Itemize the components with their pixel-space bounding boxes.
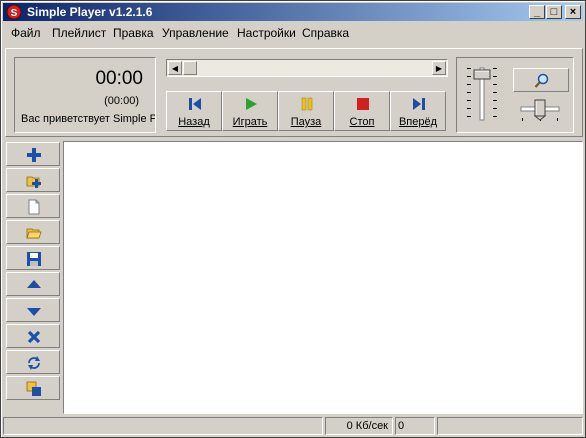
seek-left-arrow-icon[interactable]: ◀ — [168, 61, 182, 75]
next-icon — [413, 98, 425, 110]
duplicate-icon — [26, 381, 41, 396]
pause-icon — [301, 97, 313, 111]
remove-button[interactable] — [6, 324, 60, 348]
app-window: S Simple Player v1.2.1.6 _ □ × Файл Плей… — [0, 0, 586, 438]
prev-button[interactable]: Назад — [166, 91, 222, 131]
title-bar[interactable]: S Simple Player v1.2.1.6 _ □ × — [3, 3, 583, 21]
speed-status: 0 Кб/сек — [325, 417, 393, 435]
volume-slider[interactable] — [465, 64, 499, 126]
pause-label: Пауза — [290, 116, 322, 128]
move-down-button[interactable] — [6, 298, 60, 322]
menu-playlist[interactable]: Плейлист — [52, 26, 106, 40]
save-playlist-icon — [27, 252, 41, 266]
pause-button[interactable]: Пауза — [278, 91, 334, 131]
open-playlist-button[interactable] — [6, 220, 60, 244]
menu-help[interactable]: Справка — [302, 26, 349, 40]
seek-right-arrow-icon[interactable]: ▶ — [432, 61, 446, 75]
shuffle-button[interactable] — [6, 350, 60, 374]
prev-icon — [189, 98, 201, 110]
menu-file[interactable]: Файл — [11, 26, 41, 40]
status-bar-main — [3, 417, 323, 435]
window-title: Simple Player v1.2.1.6 — [27, 5, 153, 19]
player-panel: 00:00 (00:00) Вас приветствует Simple Pl… — [5, 48, 583, 137]
save-playlist-button[interactable] — [6, 246, 60, 270]
track-count-status: 0 — [395, 417, 435, 435]
seek-bar[interactable]: ◀ ▶ — [166, 59, 448, 77]
track-display: 00:00 (00:00) Вас приветствует Simple Pl… — [14, 57, 156, 133]
remove-icon — [27, 330, 41, 344]
stop-button[interactable]: Стоп — [334, 91, 390, 131]
menu-settings[interactable]: Настройки — [237, 26, 296, 40]
duplicate-button[interactable] — [6, 376, 60, 400]
app-logo-icon: S — [6, 4, 22, 20]
stop-label: Стоп — [349, 116, 375, 128]
search-icon — [534, 73, 549, 88]
status-bar-end — [437, 417, 583, 435]
play-label: Играть — [232, 116, 268, 128]
next-button[interactable]: Вперёд — [390, 91, 446, 131]
seek-thumb[interactable] — [183, 61, 197, 75]
balance-slider[interactable] — [519, 98, 561, 124]
maximize-button[interactable]: □ — [546, 5, 562, 19]
close-button[interactable]: × — [565, 5, 581, 19]
add-icon — [27, 148, 41, 162]
move-up-icon — [27, 280, 41, 288]
playlist-area[interactable] — [63, 141, 583, 414]
minimize-icon: _ — [533, 6, 541, 18]
minimize-button[interactable]: _ — [529, 5, 545, 19]
playlist-toolbar — [5, 141, 61, 414]
prev-label: Назад — [178, 116, 210, 128]
total-time-display: (00:00) — [104, 95, 139, 107]
svg-text:S: S — [11, 8, 18, 19]
search-button[interactable] — [513, 68, 569, 92]
new-playlist-button[interactable] — [6, 194, 60, 218]
add-file-button[interactable] — [6, 142, 60, 166]
next-label: Вперёд — [398, 116, 438, 128]
move-up-button[interactable] — [6, 272, 60, 296]
welcome-message: Вас приветствует Simple Player — [21, 113, 155, 125]
add-folder-icon — [26, 176, 41, 188]
add-folder-button[interactable] — [6, 168, 60, 192]
open-playlist-icon — [26, 228, 42, 239]
menu-control[interactable]: Управление — [162, 26, 229, 40]
shuffle-icon — [28, 356, 40, 370]
play-icon — [246, 98, 257, 110]
play-button[interactable]: Играть — [222, 91, 278, 131]
close-icon: × — [569, 6, 577, 18]
maximize-icon: □ — [550, 6, 558, 18]
volume-panel — [456, 57, 574, 133]
menu-edit[interactable]: Правка — [113, 26, 154, 40]
time-display: 00:00 — [95, 68, 143, 89]
move-down-icon — [27, 308, 41, 316]
stop-icon — [357, 98, 369, 110]
new-playlist-icon — [28, 199, 40, 215]
menu-bar: Файл Плейлист Правка Управление Настройк… — [3, 23, 583, 42]
